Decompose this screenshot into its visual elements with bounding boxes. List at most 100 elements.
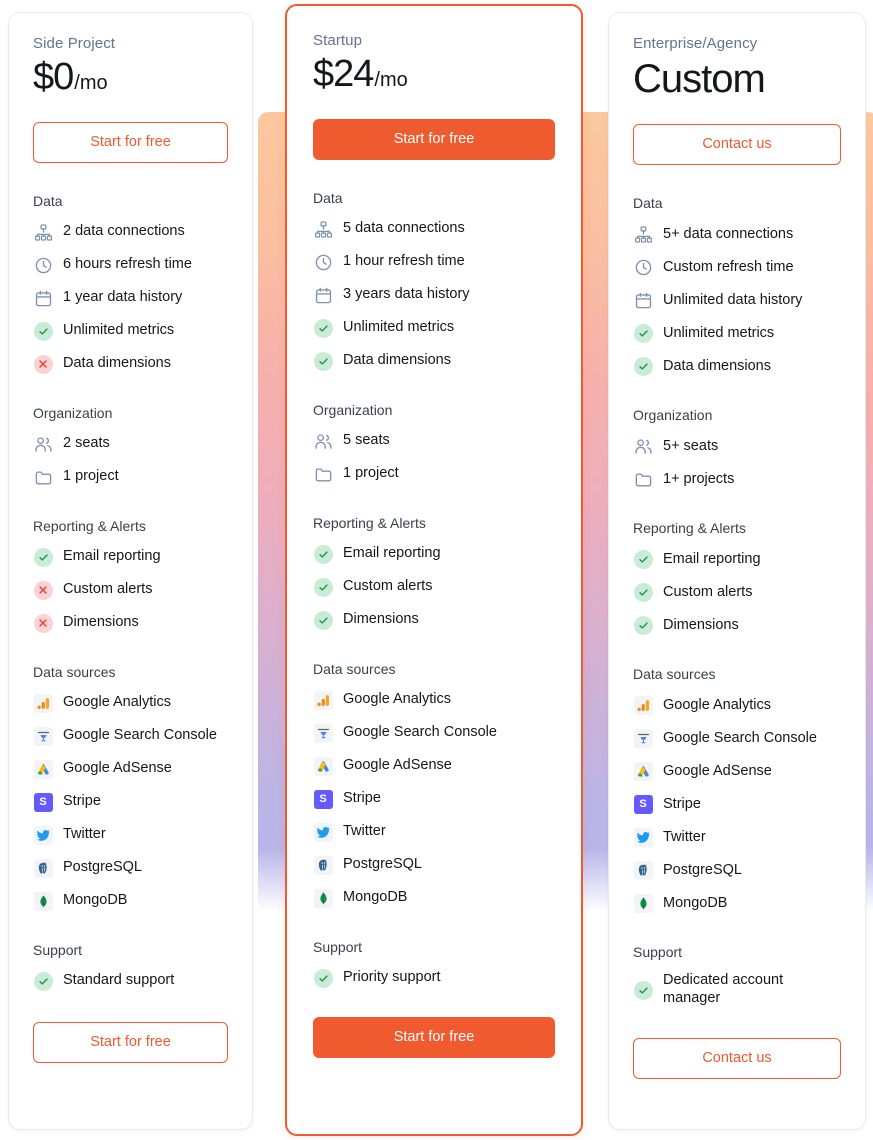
- x-circle-icon: [33, 354, 53, 374]
- plan-price: $0/mo: [33, 56, 228, 100]
- feature-row: Data dimensions: [633, 355, 841, 377]
- pricing-card-enterprise-agency: Enterprise/Agency Custom Contact us Data 5+ …: [608, 12, 866, 1130]
- google-search-console-icon: [33, 726, 53, 746]
- feature-section: Organization 5+ seats 1+ projects: [633, 407, 841, 490]
- check-circle-icon: [313, 318, 333, 338]
- feature-section: Organization 5 seats 1 project: [313, 402, 555, 485]
- feature-label: 3 years data history: [343, 286, 470, 303]
- folder-icon: [33, 467, 53, 487]
- feature-label: Unlimited data history: [663, 291, 803, 308]
- check-circle-icon: [633, 356, 653, 376]
- feature-label: Twitter: [63, 826, 106, 843]
- section-title: Support: [633, 944, 683, 961]
- feature-row: Custom refresh time: [633, 256, 841, 278]
- feature-label: 1+ projects: [663, 470, 735, 487]
- calendar-icon: [33, 288, 53, 308]
- feature-section: Data 2 data connections 6 hours refresh ti…: [33, 193, 228, 375]
- feature-row: Standard support: [33, 970, 228, 992]
- cta-top-startup[interactable]: Start for free: [313, 118, 555, 161]
- section-title: Organization: [33, 405, 113, 422]
- feature-section: Data 5+ data connections Custom refresh ti…: [633, 195, 841, 377]
- feature-label: PostgreSQL: [663, 861, 742, 878]
- price-amount: $0: [33, 56, 74, 98]
- google-adsense-icon: [33, 759, 53, 779]
- price-amount: $24: [313, 53, 374, 95]
- check-circle-icon: [313, 544, 333, 564]
- google-search-console-icon: [633, 728, 653, 748]
- cta-bottom-startup[interactable]: Start for free: [313, 1017, 555, 1059]
- plan-name: Side Project: [33, 35, 116, 52]
- x-circle-icon: [33, 580, 53, 600]
- feature-row: 5+ data connections: [633, 223, 841, 245]
- feature-row: Twitter: [33, 824, 228, 846]
- clock-icon: [313, 252, 333, 272]
- feature-row: 5+ seats: [633, 435, 841, 457]
- feature-row: Google Analytics: [33, 692, 228, 714]
- feature-label: Unlimited metrics: [63, 322, 175, 339]
- feature-row: 1+ projects: [633, 468, 841, 490]
- plan-name: Startup: [313, 32, 363, 49]
- calendar-icon: [633, 290, 653, 310]
- cta-top-enterprise-agency[interactable]: Contact us: [633, 124, 841, 166]
- twitter-icon: [313, 822, 333, 842]
- feature-label: Dimensions: [663, 616, 739, 633]
- folder-icon: [313, 464, 333, 484]
- feature-label: 5+ data connections: [663, 225, 794, 242]
- feature-label: Dimensions: [63, 614, 139, 631]
- feature-row: Google AdSense: [633, 760, 841, 782]
- google-search-console-icon: [313, 723, 333, 743]
- postgresql-icon: [313, 855, 333, 875]
- feature-label: Dimensions: [343, 611, 419, 628]
- feature-section: Reporting & Alerts Email reporting Custom …: [33, 518, 228, 634]
- feature-label: 5 data connections: [343, 220, 465, 237]
- feature-row: MongoDB: [633, 892, 841, 914]
- feature-section: Data sources Google Analytics Google Searc…: [313, 661, 555, 909]
- feature-row: 2 seats: [33, 433, 228, 455]
- feature-row: Dimensions: [33, 612, 228, 634]
- feature-row: 5 seats: [313, 430, 555, 452]
- users-icon: [33, 434, 53, 454]
- network-icon: [633, 224, 653, 244]
- pricing-card-startup: Startup $24/mo Start for free Data 5 data co…: [285, 4, 583, 1136]
- feature-section: Data sources Google Analytics Google Searc…: [633, 666, 841, 914]
- pricing-page: Side Project $0/mo Start for free Data 2 dat…: [0, 0, 873, 1140]
- section-title: Data sources: [313, 661, 396, 678]
- cta-bottom-enterprise-agency[interactable]: Contact us: [633, 1037, 841, 1080]
- check-circle-icon: [33, 547, 53, 567]
- feature-row: Google Search Console: [313, 722, 555, 744]
- feature-label: Standard support: [63, 972, 175, 989]
- feature-label: MongoDB: [343, 889, 408, 906]
- users-icon: [633, 436, 653, 456]
- feature-row: Dedicated account manager: [633, 972, 841, 1007]
- section-title: Reporting & Alerts: [313, 515, 426, 532]
- feature-label: Email reporting: [63, 548, 161, 565]
- feature-label: Custom alerts: [343, 578, 433, 595]
- feature-row: 1 project: [33, 466, 228, 488]
- feature-row: Dimensions: [633, 614, 841, 636]
- cta-bottom-side-project[interactable]: Start for free: [33, 1022, 228, 1064]
- feature-row: Google Analytics: [633, 694, 841, 716]
- google-analytics-icon: [33, 693, 53, 713]
- feature-label: Email reporting: [343, 545, 441, 562]
- clock-icon: [633, 257, 653, 277]
- price-period: /mo: [374, 69, 408, 91]
- feature-row: Custom alerts: [313, 576, 555, 598]
- feature-label: 2 seats: [63, 435, 110, 452]
- twitter-icon: [33, 825, 53, 845]
- feature-section: Support Standard support: [33, 942, 228, 992]
- users-icon: [313, 431, 333, 451]
- feature-label: Priority support: [343, 969, 441, 986]
- feature-row: PostgreSQL: [33, 857, 228, 879]
- google-analytics-icon: [313, 690, 333, 710]
- feature-label: Google AdSense: [663, 762, 772, 779]
- feature-row: 3 years data history: [313, 284, 555, 306]
- check-circle-icon: [313, 351, 333, 371]
- section-title: Data: [633, 195, 663, 212]
- feature-label: Twitter: [343, 823, 386, 840]
- feature-label: Custom refresh time: [663, 258, 794, 275]
- clock-icon: [33, 255, 53, 275]
- cta-top-side-project[interactable]: Start for free: [33, 121, 228, 164]
- feature-label: Google AdSense: [343, 757, 452, 774]
- feature-label: Data dimensions: [343, 352, 451, 369]
- feature-row: Email reporting: [633, 548, 841, 570]
